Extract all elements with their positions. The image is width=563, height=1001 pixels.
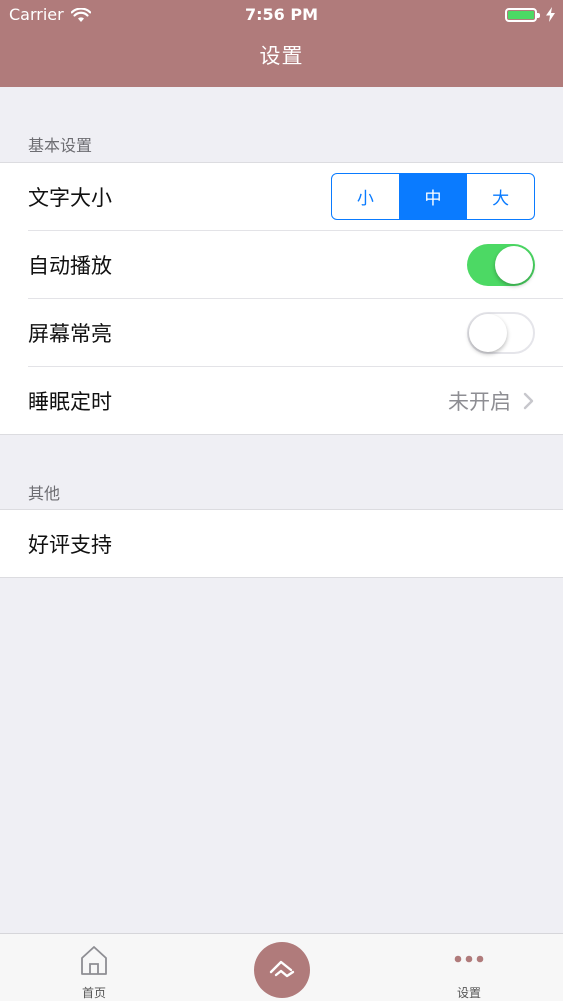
tab-home-label: 首页 <box>81 986 106 1000</box>
font-size-small-segment[interactable]: 小 <box>332 174 399 219</box>
battery-icon <box>505 7 540 22</box>
keep-screen-on-row: 屏幕常亮 <box>28 298 563 366</box>
sleep-timer-row[interactable]: 睡眠定时 未开启 <box>28 366 563 434</box>
tab-home[interactable]: 首页 <box>44 934 144 1001</box>
autoplay-switch-knob <box>495 245 533 284</box>
battery-group <box>505 7 555 22</box>
font-size-large-segment[interactable]: 大 <box>466 174 534 219</box>
status-time: 7:56 PM <box>244 5 318 24</box>
chevron-right-icon <box>523 392 534 409</box>
charging-bolt-icon <box>546 7 555 22</box>
sleep-timer-value-wrap: 未开启 <box>448 367 535 434</box>
settings-group-basic: 文字大小 小 中 大 自动播放 屏幕常亮 睡眠定时 未开启 <box>0 162 563 435</box>
section-header-other: 其他 <box>28 484 61 503</box>
font-size-row: 文字大小 小 中 大 <box>0 163 563 230</box>
rate-app-label: 好评支持 <box>28 532 112 557</box>
keep-screen-on-label: 屏幕常亮 <box>28 321 112 346</box>
sleep-timer-label: 睡眠定时 <box>28 389 112 414</box>
page-title: 设置 <box>259 44 304 68</box>
tab-settings-label: 设置 <box>456 986 481 1000</box>
tab-settings[interactable]: 设置 <box>419 934 519 1001</box>
autoplay-switch[interactable] <box>467 243 535 286</box>
status-bar: Carrier 7:56 PM <box>0 0 563 30</box>
keep-screen-on-switch[interactable] <box>467 311 535 354</box>
sleep-timer-value: 未开启 <box>448 389 511 414</box>
center-play-button[interactable] <box>254 942 310 998</box>
home-icon <box>81 946 107 975</box>
autoplay-control-wrap <box>467 231 535 298</box>
settings-group-other: 好评支持 <box>0 509 563 578</box>
font-size-label: 文字大小 <box>28 185 112 210</box>
rate-app-row[interactable]: 好评支持 <box>0 510 563 577</box>
keep-screen-on-control-wrap <box>467 299 535 366</box>
keep-screen-on-switch-knob <box>469 313 507 352</box>
autoplay-row: 自动播放 <box>28 230 563 298</box>
font-size-segmented-control: 小 中 大 <box>331 173 535 220</box>
more-dots-icon <box>454 955 484 963</box>
font-size-control-wrap: 小 中 大 <box>331 163 535 230</box>
battery-level <box>508 10 534 19</box>
navigation-header: Carrier 7:56 PM 设置 <box>0 0 563 87</box>
font-size-medium-segment[interactable]: 中 <box>398 174 467 219</box>
autoplay-label: 自动播放 <box>28 253 112 278</box>
section-header-basic: 基本设置 <box>28 136 93 155</box>
player-logo-icon <box>269 960 295 978</box>
